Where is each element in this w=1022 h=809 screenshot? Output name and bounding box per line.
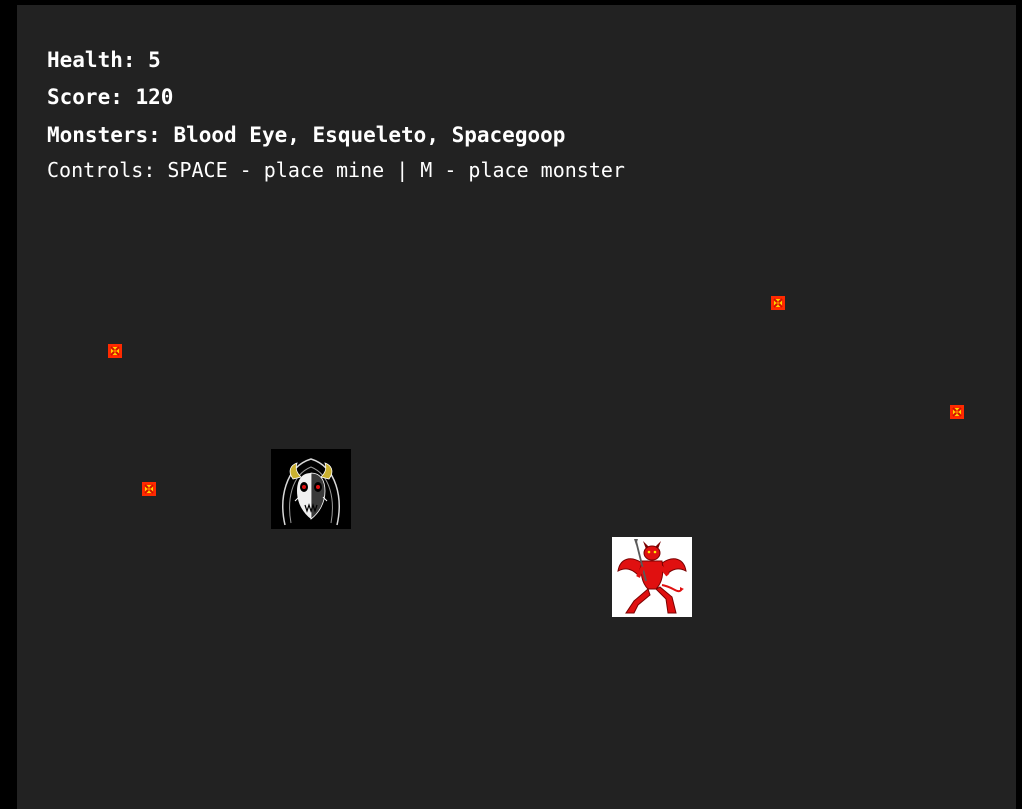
mine-icon — [108, 344, 122, 358]
controls-help: Controls: SPACE - place mine | M - place… — [47, 158, 625, 182]
monster-red-demon — [612, 537, 692, 617]
health-label: Health: — [47, 48, 136, 72]
score-label: Score: — [47, 85, 123, 109]
game-canvas[interactable]: Health: 5 Score: 120 Monsters: Blood Eye… — [17, 5, 1016, 809]
score-display: Score: 120 — [47, 85, 173, 109]
monster-skull-mask — [271, 449, 351, 529]
monsters-label: Monsters: — [47, 123, 161, 147]
health-display: Health: 5 — [47, 48, 161, 72]
mine-icon — [950, 405, 964, 419]
monsters-display: Monsters: Blood Eye, Esqueleto, Spacegoo… — [47, 123, 565, 147]
mine-icon — [142, 482, 156, 496]
health-value: 5 — [148, 48, 161, 72]
mine-icon — [771, 296, 785, 310]
score-value: 120 — [135, 85, 174, 109]
monsters-list: Blood Eye, Esqueleto, Spacegoop — [173, 123, 566, 147]
